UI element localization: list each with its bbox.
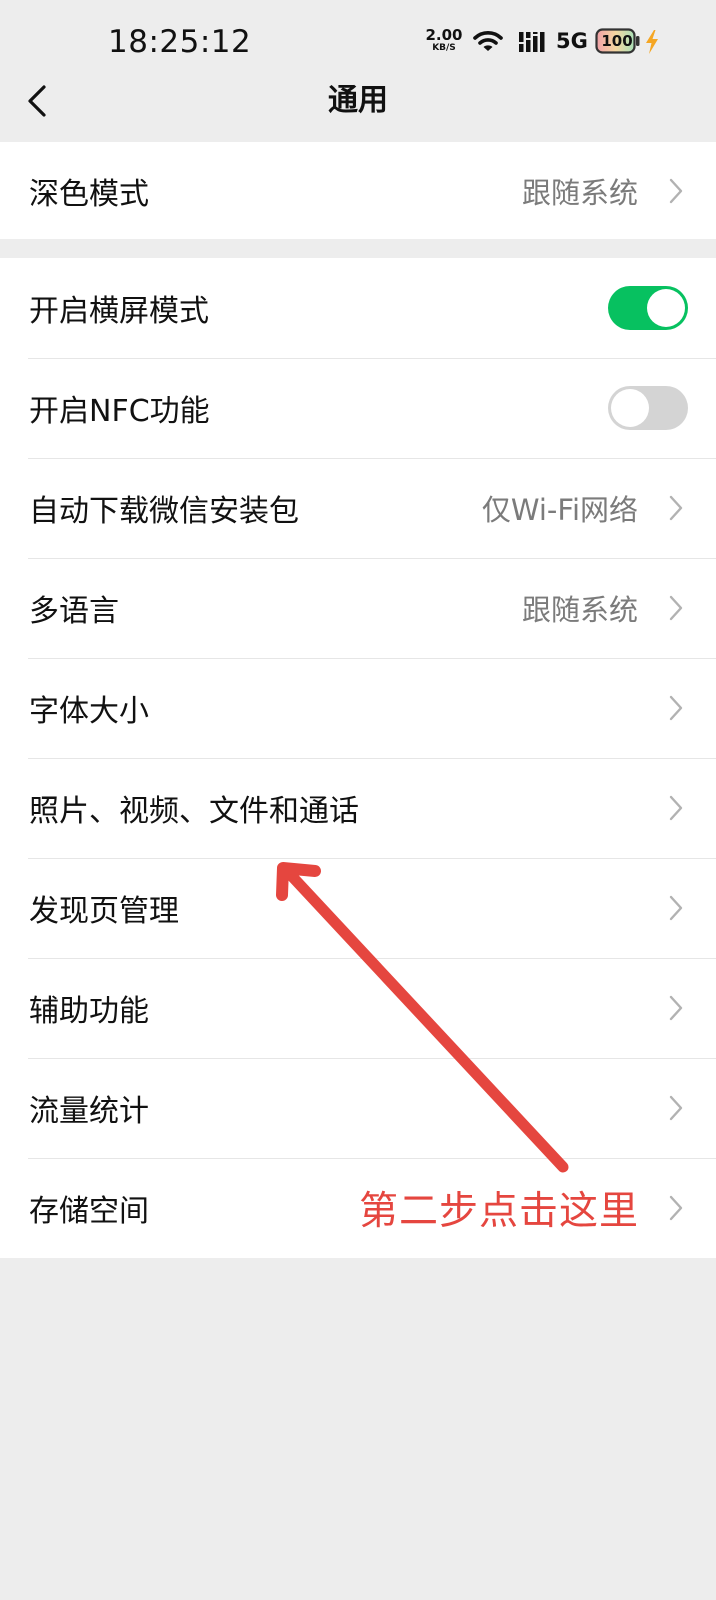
settings-row-auto-download[interactable]: 自动下载微信安装包 仅Wi-Fi网络 [0, 458, 716, 558]
status-time: 18:25:12 [108, 24, 252, 60]
toggle-knob [647, 289, 685, 327]
row-value: 仅Wi-Fi网络 [481, 493, 638, 527]
settings-group-display: 深色模式 跟随系统 [0, 142, 716, 239]
row-label: 深色模式 [29, 176, 149, 212]
row-value: 跟随系统 [521, 175, 638, 210]
nfc-toggle[interactable] [608, 386, 688, 430]
landscape-mode-toggle[interactable] [608, 286, 688, 330]
wechat-general-settings-screen: 18:25:12 2.00 KB/S 5G 100 通用 深色模式 跟随系统 开… [0, 0, 716, 1600]
row-label: 流量统计 [29, 1094, 149, 1129]
chevron-right-icon [669, 1195, 683, 1221]
row-label: 开启NFC功能 [29, 394, 210, 429]
chevron-right-icon [669, 895, 683, 921]
charging-icon [646, 30, 658, 54]
chevron-right-icon [669, 795, 683, 821]
annotation-text: 第二步点击这里 [358, 1189, 639, 1234]
chevron-right-icon [669, 495, 683, 521]
network-speed-unit: KB/S [432, 43, 456, 53]
row-label: 自动下载微信安装包 [29, 494, 299, 529]
chevron-right-icon [669, 595, 683, 621]
settings-row-nfc: 开启NFC功能 [0, 358, 716, 458]
settings-row-accessibility[interactable]: 辅助功能 [0, 958, 716, 1058]
status-bar: 18:25:12 2.00 KB/S 5G 100 [0, 0, 716, 80]
network-speed-value: 2.00 [425, 26, 463, 44]
settings-group-general: 开启横屏模式 开启NFC功能 自动下载微信安装包 仅Wi-Fi网络 多语言 跟随… [0, 258, 716, 1258]
signal-icon [519, 32, 545, 52]
row-label: 开启横屏模式 [29, 294, 209, 329]
row-label: 发现页管理 [29, 894, 179, 929]
toggle-knob [611, 389, 649, 427]
wifi-icon [473, 31, 503, 51]
settings-row-discover-management[interactable]: 发现页管理 [0, 858, 716, 958]
chevron-right-icon [669, 178, 683, 203]
row-label: 多语言 [29, 594, 119, 629]
row-label: 字体大小 [29, 694, 149, 729]
row-label: 存储空间 [29, 1194, 149, 1229]
row-value: 跟随系统 [521, 593, 638, 627]
network-speed: 2.00 KB/S [424, 28, 464, 54]
settings-row-data-usage[interactable]: 流量统计 [0, 1058, 716, 1158]
row-label: 照片、视频、文件和通话 [29, 794, 359, 829]
chevron-right-icon [669, 995, 683, 1021]
row-label: 辅助功能 [29, 994, 149, 1029]
network-type: 5G [556, 29, 588, 53]
settings-row-storage[interactable]: 存储空间 第二步点击这里 [0, 1158, 716, 1258]
chevron-right-icon [669, 1095, 683, 1121]
settings-row-dark-mode[interactable]: 深色模式 跟随系统 [0, 142, 716, 239]
settings-row-language[interactable]: 多语言 跟随系统 [0, 558, 716, 658]
settings-row-font-size[interactable]: 字体大小 [0, 658, 716, 758]
page-title: 通用 [328, 83, 388, 118]
chevron-right-icon [669, 695, 683, 721]
battery-level: 100 [601, 32, 633, 50]
settings-row-media-files-calls[interactable]: 照片、视频、文件和通话 [0, 758, 716, 858]
settings-row-landscape-mode: 开启横屏模式 [0, 258, 716, 358]
